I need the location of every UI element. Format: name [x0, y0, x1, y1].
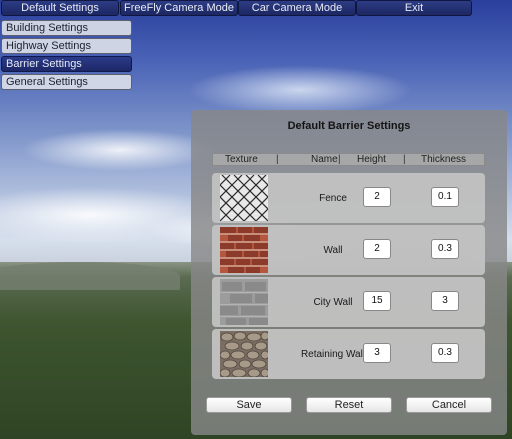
barrier-name: Retaining Wall — [300, 348, 366, 360]
thickness-input[interactable]: 0.3 — [431, 239, 459, 259]
height-input[interactable]: 2 — [363, 187, 391, 207]
distant-hill-left — [0, 262, 180, 290]
column-header-height: Height — [357, 154, 386, 165]
column-divider: | — [276, 154, 279, 165]
column-header-texture: Texture — [225, 154, 258, 165]
wall-texture-thumbnail[interactable] — [220, 227, 268, 273]
tab-default-settings[interactable]: Default Settings — [1, 0, 119, 16]
submenu-item-general-settings[interactable]: General Settings — [1, 74, 132, 90]
column-header-name: Name — [311, 154, 338, 165]
submenu-item-highway-settings[interactable]: Highway Settings — [1, 38, 132, 54]
cancel-button[interactable]: Cancel — [406, 397, 492, 413]
column-divider: | — [403, 154, 406, 165]
barrier-row-wall: Wall 2 0.3 — [212, 225, 485, 275]
tab-freefly-camera-mode[interactable]: FreeFly Camera Mode — [120, 0, 238, 16]
barrier-name: City Wall — [313, 296, 353, 308]
top-menu-bar: Default Settings FreeFly Camera Mode Car… — [0, 0, 512, 17]
barrier-row-retaining-wall: Retaining Wall 3 0.3 — [212, 329, 485, 379]
column-header: Texture | Name | Height | Thickness — [212, 153, 485, 166]
barrier-name: Fence — [319, 192, 347, 204]
panel-title: Default Barrier Settings — [287, 120, 411, 132]
height-input[interactable]: 2 — [363, 239, 391, 259]
barrier-row-fence: Fence 2 0.1 — [212, 173, 485, 223]
save-button[interactable]: Save — [206, 397, 292, 413]
city-wall-texture-thumbnail[interactable] — [220, 279, 268, 325]
column-divider: | — [338, 154, 341, 165]
height-input[interactable]: 15 — [363, 291, 391, 311]
thickness-input[interactable]: 0.1 — [431, 187, 459, 207]
fence-texture-thumbnail[interactable] — [220, 175, 268, 221]
barrier-name: Wall — [323, 244, 343, 256]
column-header-thickness: Thickness — [421, 154, 467, 165]
tab-car-camera-mode[interactable]: Car Camera Mode — [238, 0, 356, 16]
barrier-settings-panel: Default Barrier Settings Texture | Name … — [191, 110, 507, 435]
height-input[interactable]: 3 — [363, 343, 391, 363]
reset-button[interactable]: Reset — [306, 397, 392, 413]
exit-button[interactable]: Exit — [356, 0, 472, 16]
submenu-item-building-settings[interactable]: Building Settings — [1, 20, 132, 36]
barrier-row-city-wall: City Wall 15 3 — [212, 277, 485, 327]
submenu-item-barrier-settings[interactable]: Barrier Settings — [1, 56, 132, 72]
thickness-input[interactable]: 0.3 — [431, 343, 459, 363]
thickness-input[interactable]: 3 — [431, 291, 459, 311]
retaining-wall-texture-thumbnail[interactable] — [220, 331, 268, 377]
